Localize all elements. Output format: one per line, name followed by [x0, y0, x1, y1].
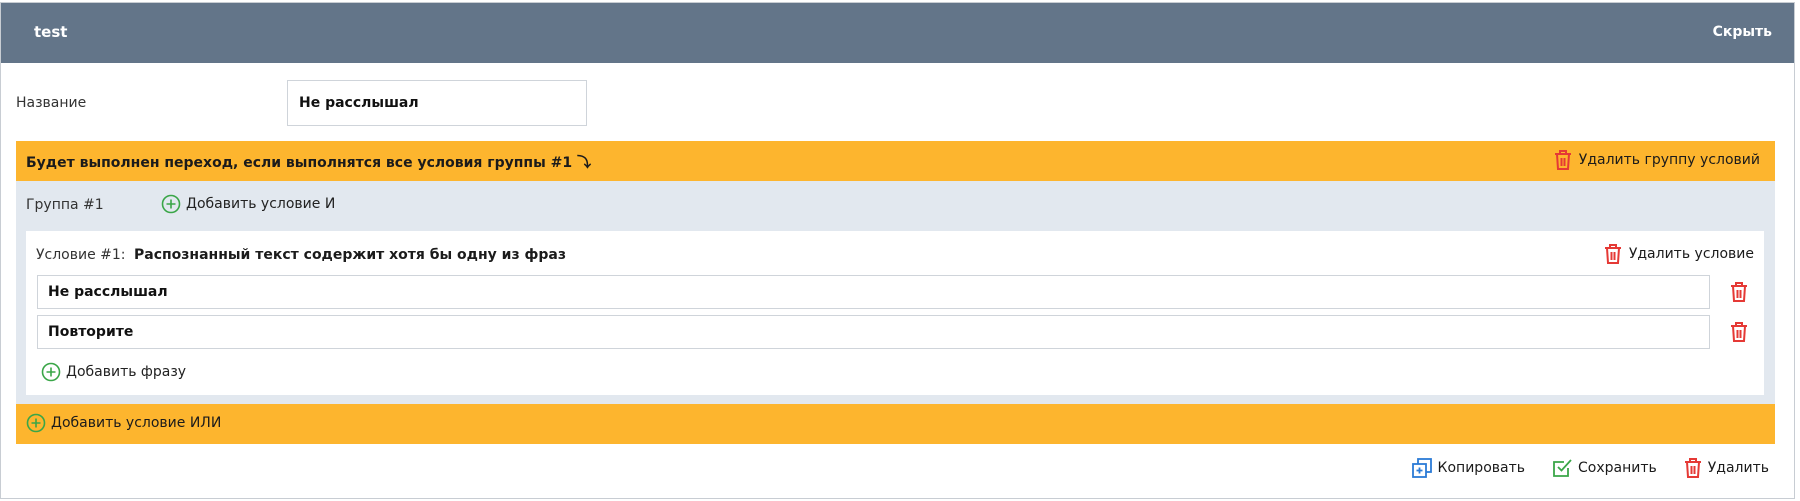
panel-title: test [34, 23, 68, 41]
condition-label: Условие #1: [36, 247, 126, 263]
plus-circle-icon [26, 413, 46, 433]
add-phrase-button[interactable]: Добавить фразу [41, 362, 186, 382]
condition-group-banner: Будет выполнен переход, если выполнятся … [16, 141, 1775, 181]
delete-button[interactable]: Удалить [1683, 457, 1769, 479]
add-and-condition-button[interactable]: Добавить условие И [161, 194, 335, 214]
add-or-condition-label: Добавить условие ИЛИ [51, 415, 222, 431]
trash-icon [1603, 243, 1623, 265]
trash-icon[interactable] [1729, 321, 1749, 343]
delete-condition-button[interactable]: Удалить условие [1603, 243, 1754, 265]
delete-group-button[interactable]: Удалить группу условий [1553, 149, 1760, 171]
condition-type[interactable]: Распознанный текст содержит хотя бы одну… [134, 247, 566, 263]
phrase-input[interactable]: Не расслышал [37, 275, 1710, 309]
add-phrase-label: Добавить фразу [66, 364, 187, 380]
copy-button[interactable]: Копировать [1411, 457, 1525, 479]
footer-actions: Копировать Сохранить Удалить [1411, 457, 1769, 479]
transition-panel: test Скрыть Название Не расслышал Будет … [0, 2, 1795, 499]
name-input[interactable]: Не расслышал [287, 80, 587, 126]
trash-icon [1683, 457, 1703, 479]
phrase-row: Повторите [37, 315, 1751, 349]
hide-button[interactable]: Скрыть [1713, 24, 1772, 40]
phrase-row: Не расслышал [37, 275, 1751, 309]
delete-condition-label: Удалить условие [1628, 246, 1754, 262]
add-and-condition-label: Добавить условие И [186, 196, 336, 212]
add-or-condition-button[interactable]: Добавить условие ИЛИ [26, 413, 221, 433]
condition-group-body: Группа #1 Добавить условие И Условие #1:… [16, 181, 1775, 404]
copy-label: Копировать [1437, 460, 1525, 476]
plus-circle-icon [161, 194, 181, 214]
check-icon [1551, 457, 1573, 479]
panel-header: test Скрыть [1, 3, 1794, 63]
copy-icon [1411, 457, 1433, 479]
name-label: Название [16, 95, 87, 111]
trash-icon [1553, 149, 1573, 171]
trash-icon[interactable] [1729, 281, 1749, 303]
phrase-input[interactable]: Повторите [37, 315, 1710, 349]
condition-card: Условие #1: Распознанный текст содержит … [26, 231, 1764, 395]
add-or-bar: Добавить условие ИЛИ [16, 404, 1775, 444]
save-label: Сохранить [1578, 460, 1657, 476]
save-button[interactable]: Сохранить [1551, 457, 1657, 479]
group-label: Группа #1 [26, 197, 104, 213]
delete-label: Удалить [1707, 460, 1769, 476]
delete-group-label: Удалить группу условий [1578, 152, 1760, 168]
condition-group-banner-text: Будет выполнен переход, если выполнятся … [26, 155, 591, 171]
plus-circle-icon [41, 362, 61, 382]
